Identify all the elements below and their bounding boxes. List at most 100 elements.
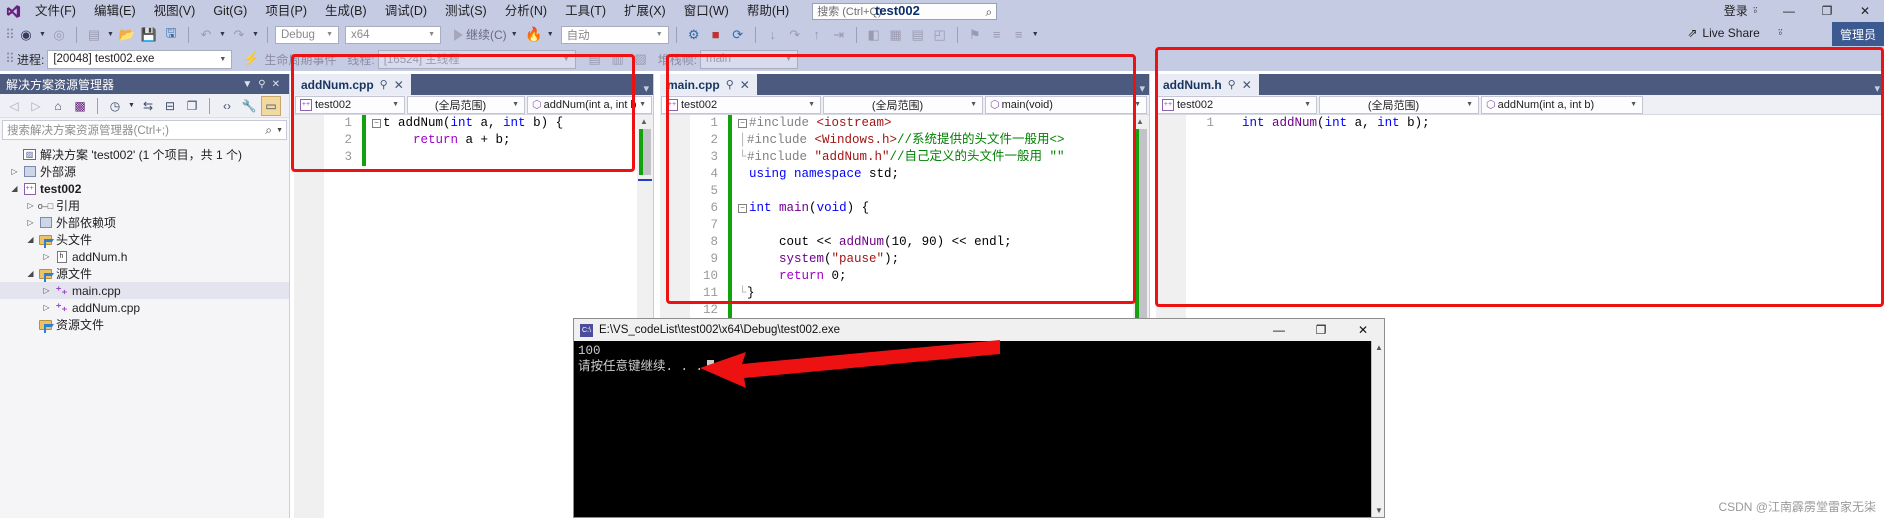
tree-item-resource-files-folder[interactable]: 资源文件 [0,316,289,333]
properties-icon[interactable]: 🔧 [239,96,259,116]
pin-icon[interactable]: ⚲ [380,78,388,91]
pending-changes-icon[interactable]: ◷ [105,96,125,116]
tree-twisty[interactable]: ▷ [40,252,53,261]
close-icon[interactable]: ✕ [394,78,404,92]
solution-tree[interactable]: ▨ 解决方案 'test002' (1 个项目，共 1 个) ▷ 外部源 ◢ +… [0,142,289,333]
menu-item-help[interactable]: 帮助(H) [738,0,798,22]
tabstrip-actions[interactable]: ▾ [411,82,653,95]
sign-in-button[interactable]: 登录 ⍤ [1724,2,1759,19]
uncomment-icon[interactable]: ≡ [1009,25,1029,45]
menu-item-file[interactable]: 文件(F) [26,0,85,22]
menu-item-analyze[interactable]: 分析(N) [496,0,556,22]
menu-item-tools[interactable]: 工具(T) [556,0,615,22]
overflow-icon[interactable]: ▼ [1031,31,1040,38]
lifecycle-events-icon[interactable]: ⚡ [241,49,261,69]
namespace-scope-combo[interactable]: (全局范围) ▼ [407,95,525,114]
undo-icon[interactable]: ↶ [196,25,216,45]
close-icon[interactable]: ✕ [1242,78,1252,92]
menu-item-build[interactable]: 生成(B) [316,0,376,22]
tree-item-main-cpp[interactable]: ▷ ⁺₊ main.cpp [0,282,289,299]
step-frame-icon[interactable]: ▤ [585,49,605,69]
open-file-icon[interactable]: 📂 [117,25,137,45]
tabstrip[interactable]: addNum.cpp ⚲ ✕ ▾ [294,74,653,95]
member-scope-combo[interactable]: ⬡ addNum(int a, int b) ▼ [1481,95,1643,114]
tree-item-external-dependencies[interactable]: ▷ 外部依赖项 [0,214,289,231]
chevron-down-icon[interactable]: ▾ [1874,82,1880,95]
attach-icon[interactable]: ⚙ [684,25,704,45]
window-controls[interactable]: — ❐ ✕ [1770,0,1884,22]
breakpoints-icon[interactable]: ◧ [864,25,884,45]
project-scope-combo[interactable]: ++ test002 ▼ [295,95,405,114]
solution-explorer-toolbar[interactable]: ◁ ▷ ⌂ ▩ ◷ ▼ ⇆ ⊟ ❐ ‹› 🔧 ▭ [0,94,289,118]
solution-explorer-search[interactable]: 搜索解决方案资源管理器(Ctrl+;) ⌕ ▼ [2,120,287,140]
navigation-bar[interactable]: ++ test002 ▼ (全局范围) ▼ ⬡ addNum(int a, in… [294,95,653,115]
home-icon[interactable]: ⌂ [48,96,68,116]
bookmark-icon[interactable]: ⚑ [965,25,985,45]
tabstrip-actions[interactable]: ▾ [757,82,1149,95]
tabstrip-actions[interactable]: ▾ [1259,82,1884,95]
redo-icon[interactable]: ↷ [229,25,249,45]
pin-icon[interactable]: ⚲ [255,79,268,90]
chevron-down-icon[interactable]: ▼ [276,127,283,134]
console-output[interactable]: 100 请按任意键继续. . . [574,341,1384,517]
tree-item-external-sources[interactable]: ▷ 外部源 [0,163,289,180]
restart-icon[interactable]: ⟳ [728,25,748,45]
step-frame-prev-icon[interactable]: ▨ [631,49,651,69]
preview-selected-items-icon[interactable]: ▭ [261,95,281,116]
menu-item-project[interactable]: 项目(P) [256,0,316,22]
debug-location-toolbar[interactable]: ⠿ 进程: [20048] test002.exe ▼ ⚡ 生命周期事件 线程:… [0,47,1884,71]
back-icon[interactable]: ◁ [4,96,24,116]
namespace-scope-combo[interactable]: (全局范围) ▼ [823,95,983,114]
show-all-files-icon[interactable]: ‹› [217,96,237,116]
threads-window-icon[interactable]: ▤ [908,25,928,45]
tree-twisty[interactable]: ▷ [24,218,37,227]
step-out-icon[interactable]: ↑ [807,25,827,45]
tree-twisty[interactable]: ▷ [40,303,53,312]
minimize-button[interactable]: — [1770,0,1808,22]
continue-button[interactable]: 继续(C) ▼ [451,26,522,43]
close-button[interactable]: ✕ [1846,0,1884,22]
console-maximize-button[interactable]: ❐ [1300,319,1342,341]
console-window-controls[interactable]: — ❐ ✕ [1258,319,1384,341]
menu-item-view[interactable]: 视图(V) [145,0,205,22]
sync-with-active-document-icon[interactable]: ⇆ [138,96,158,116]
new-project-icon[interactable]: ▤ [84,25,104,45]
memory-window-icon[interactable]: ▦ [886,25,906,45]
pin-icon[interactable]: ⚲ [1228,78,1236,91]
tree-twisty[interactable]: ◢ [24,235,37,244]
stop-debug-icon[interactable]: ■ [706,25,726,45]
breakpoint-gutter[interactable] [294,115,324,518]
menu-item-test[interactable]: 测试(S) [436,0,496,22]
close-icon[interactable]: ✕ [269,79,283,90]
solution-icon[interactable]: ▩ [70,96,90,116]
thread-combo[interactable]: [16524] 主线程 ▼ [377,49,576,69]
save-all-icon[interactable]: 🖫 [161,25,181,45]
scroll-up-icon[interactable]: ▲ [640,117,648,126]
undo-dropdown-icon[interactable]: ▼ [218,31,227,38]
member-scope-combo[interactable]: ⬡ main(void) ▼ [985,95,1147,114]
scroll-up-icon[interactable]: ▲ [1136,117,1144,126]
solution-configuration-combo[interactable]: Debug ▼ [275,25,339,44]
hot-reload-dropdown-icon[interactable]: ▼ [546,31,555,38]
console-close-button[interactable]: ✕ [1342,319,1384,341]
tab-addnum-cpp[interactable]: addNum.cpp ⚲ ✕ [294,74,411,95]
comment-icon[interactable]: ≡ [987,25,1007,45]
member-scope-combo[interactable]: ⬡ addNum(int a, int b) ▼ [527,95,652,114]
properties-window-icon[interactable]: ❐ [182,96,202,116]
tree-twisty[interactable]: ◢ [8,184,21,193]
step-frame-next-icon[interactable]: ▥ [608,49,628,69]
diagnostics-icon[interactable]: ◰ [930,25,950,45]
menu-item-extensions[interactable]: 扩展(X) [615,0,675,22]
project-scope-combo[interactable]: ++ test002 ▼ [1157,95,1317,114]
navigate-forward-icon[interactable]: ◎ [49,25,69,45]
live-share-button[interactable]: ⇗ Live Share ⍤ [1687,25,1784,40]
navigation-bar[interactable]: ++ test002 ▼ (全局范围) ▼ ⬡ main(void) ▼ [660,95,1149,115]
navigate-backward-icon[interactable]: ◉ [16,25,36,45]
fold-collapse-icon[interactable]: − [738,204,747,213]
console-scrollbar[interactable]: ▲ ▼ [1371,341,1384,517]
close-icon[interactable]: ✕ [740,78,750,92]
tabstrip[interactable]: addNum.h ⚲ ✕ ▾ [1156,74,1884,95]
save-icon[interactable]: 💾 [139,25,159,45]
menu-item-debug[interactable]: 调试(D) [376,0,436,22]
menu-item-window[interactable]: 窗口(W) [675,0,738,22]
